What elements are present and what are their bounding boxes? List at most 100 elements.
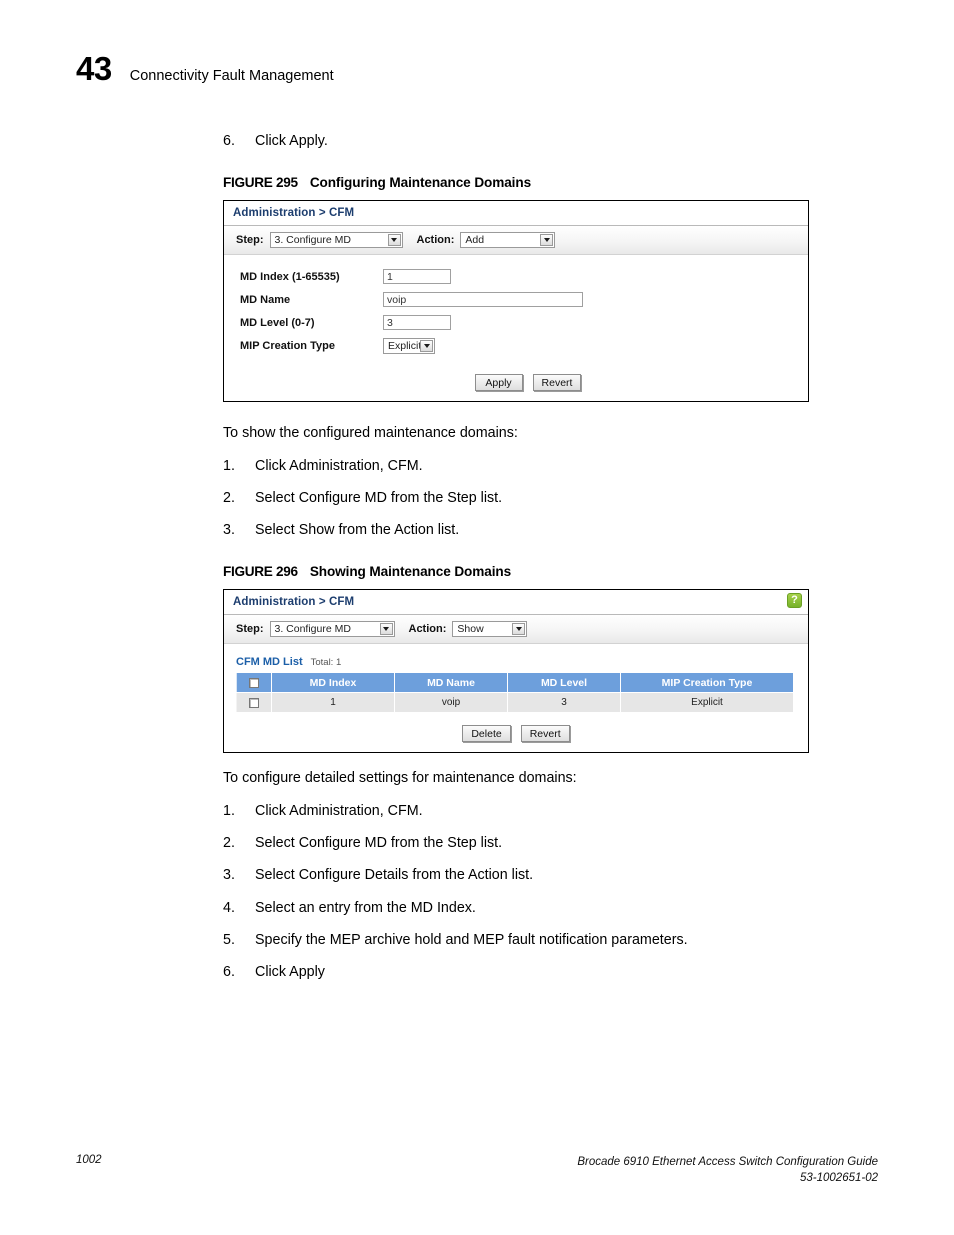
figure-label: FIGURE 296 <box>223 564 298 580</box>
action-select[interactable]: Show <box>452 621 528 638</box>
step-number: 1. <box>223 802 235 819</box>
panel-toolbar: Step: 3. Configure MD Action: Show <box>224 615 808 645</box>
step-select[interactable]: 3. Configure MD <box>269 621 395 638</box>
step-text: Click Apply <box>255 964 325 981</box>
guide-title: Brocade 6910 Ethernet Access Switch Conf… <box>577 1155 878 1168</box>
step-text: Click Administration, CFM. <box>255 457 423 474</box>
select-all-header <box>236 672 272 694</box>
action-label: Action: <box>416 234 455 247</box>
page-number: 1002 <box>76 1153 102 1166</box>
list-item: 2. Select Configure MD from the Step lis… <box>223 834 883 853</box>
step-number: 2. <box>223 489 235 506</box>
document-number: 53-1002651-02 <box>799 1172 878 1185</box>
page-footer: 1002 Brocade 6910 Ethernet Access Switch… <box>76 1154 878 1187</box>
step-number: 3. <box>223 522 235 539</box>
row-checkbox[interactable] <box>249 697 259 708</box>
chevron-down-icon <box>512 623 526 636</box>
step-label: Step: <box>236 234 264 247</box>
list-item: 6. Click Apply. <box>223 132 883 151</box>
step-number: 6. <box>223 964 235 981</box>
figure-295-panel: Administration > CFM Step: 3. Configure … <box>223 200 809 403</box>
panel-titlebar: Administration > CFM <box>224 201 808 227</box>
list-item: 3. Select Show from the Action list. <box>223 521 883 540</box>
apply-button[interactable]: Apply <box>474 374 523 392</box>
md-index-label: MD Index (1-65535) <box>240 270 340 283</box>
panel-toolbar: Step: 3. Configure MD Action: Add <box>224 226 808 256</box>
step-number: 2. <box>223 835 235 852</box>
step-label: Step: <box>236 623 264 636</box>
select-all-checkbox[interactable] <box>249 678 259 689</box>
table-row: 1 voip 3 Explicit <box>236 692 794 714</box>
action-select-value: Show <box>457 623 484 636</box>
figure-295-caption: FIGURE 295 Configuring Maintenance Domai… <box>223 175 883 190</box>
configure-details-steps: 1. Click Administration, CFM. 2. Select … <box>223 802 883 983</box>
help-icon[interactable]: ? <box>787 593 802 609</box>
row-select-cell <box>236 692 272 714</box>
mip-creation-type-select[interactable]: Explicit <box>383 338 435 355</box>
action-select-value: Add <box>465 234 485 247</box>
step-text: Click Administration, CFM. <box>255 802 423 819</box>
step-select-value: 3. Configure MD <box>274 623 351 636</box>
breadcrumb: Administration > CFM <box>233 596 355 609</box>
cell-md-name: voip <box>394 692 508 714</box>
form-row-md-level: MD Level (0-7) 3 <box>240 315 808 331</box>
figure-title: Showing Maintenance Domains <box>309 564 512 580</box>
panel-titlebar: Administration > CFM ? <box>224 590 808 616</box>
show-domains-lead: To show the configured maintenance domai… <box>223 425 518 442</box>
step-text: Select Configure Details from the Action… <box>255 867 534 884</box>
list-item: 3. Select Configure Details from the Act… <box>223 866 883 885</box>
list-item: 1. Click Administration, CFM. <box>223 802 883 821</box>
delete-button[interactable]: Delete <box>462 725 511 743</box>
breadcrumb: Administration > CFM <box>233 207 355 220</box>
step-text: Select Configure MD from the Step list. <box>255 489 503 506</box>
chapter-number: 43 <box>76 50 112 87</box>
cell-md-index: 1 <box>271 692 395 714</box>
chevron-down-icon <box>420 340 433 353</box>
revert-button[interactable]: Revert <box>532 374 582 392</box>
step-select[interactable]: 3. Configure MD <box>269 232 403 249</box>
figure-296-panel: Administration > CFM ? Step: 3. Configur… <box>223 589 809 754</box>
list-item: 2. Select Configure MD from the Step lis… <box>223 489 883 508</box>
step-text: Select Show from the Action list. <box>255 522 460 539</box>
step-number: 1. <box>223 457 235 474</box>
form-row-mip-creation-type: MIP Creation Type Explicit <box>240 338 808 355</box>
list-header: CFM MD List Total: 1 <box>224 644 808 672</box>
configure-details-lead: To configure detailed settings for maint… <box>223 770 577 787</box>
chevron-down-icon <box>540 234 554 247</box>
step-text: Click Apply. <box>255 133 328 149</box>
cfm-md-list-title: CFM MD List <box>236 656 303 669</box>
panel-button-row: Apply Revert <box>224 362 808 401</box>
footer-document-info: Brocade 6910 Ethernet Access Switch Conf… <box>577 1154 878 1187</box>
mip-creation-type-label: MIP Creation Type <box>240 340 335 353</box>
step-number: 4. <box>223 899 235 916</box>
step-text: Specify the MEP archive hold and MEP fau… <box>255 931 688 948</box>
md-index-input[interactable]: 1 <box>383 269 451 285</box>
mip-creation-type-value: Explicit <box>388 340 422 353</box>
cell-md-level: 3 <box>507 692 621 714</box>
step-select-value: 3. Configure MD <box>274 234 351 247</box>
list-item: 4. Select an entry from the MD Index. <box>223 899 883 918</box>
page-content: 6. Click Apply. FIGURE 295 Configuring M… <box>223 132 883 996</box>
panel-button-row: Delete Revert <box>224 713 808 752</box>
list-item: 6. Click Apply <box>223 963 883 982</box>
step-text: Select an entry from the MD Index. <box>255 899 476 916</box>
cfm-md-table: MD Index MD Name MD Level MIP Creation T… <box>236 672 794 714</box>
column-header-mip-creation-type: MIP Creation Type <box>620 672 794 694</box>
step-text: Select Configure MD from the Step list. <box>255 835 503 852</box>
column-header-md-index: MD Index <box>271 672 395 694</box>
form-row-md-index: MD Index (1-65535) 1 <box>240 269 808 285</box>
list-item: 5. Specify the MEP archive hold and MEP … <box>223 931 883 950</box>
panel-form: MD Index (1-65535) 1 MD Name voip MD Lev… <box>224 255 808 355</box>
action-select[interactable]: Add <box>460 232 556 249</box>
figure-title: Configuring Maintenance Domains <box>309 175 532 191</box>
form-row-md-name: MD Name voip <box>240 292 808 308</box>
md-name-input[interactable]: voip <box>383 292 583 308</box>
column-header-md-name: MD Name <box>394 672 508 694</box>
revert-button[interactable]: Revert <box>520 725 570 743</box>
step-number: 3. <box>223 867 235 884</box>
md-level-label: MD Level (0-7) <box>240 316 315 329</box>
figure-label: FIGURE 295 <box>223 175 298 191</box>
cell-mip-creation-type: Explicit <box>620 692 794 714</box>
figure-296-caption: FIGURE 296 Showing Maintenance Domains <box>223 564 883 579</box>
md-level-input[interactable]: 3 <box>383 315 451 331</box>
